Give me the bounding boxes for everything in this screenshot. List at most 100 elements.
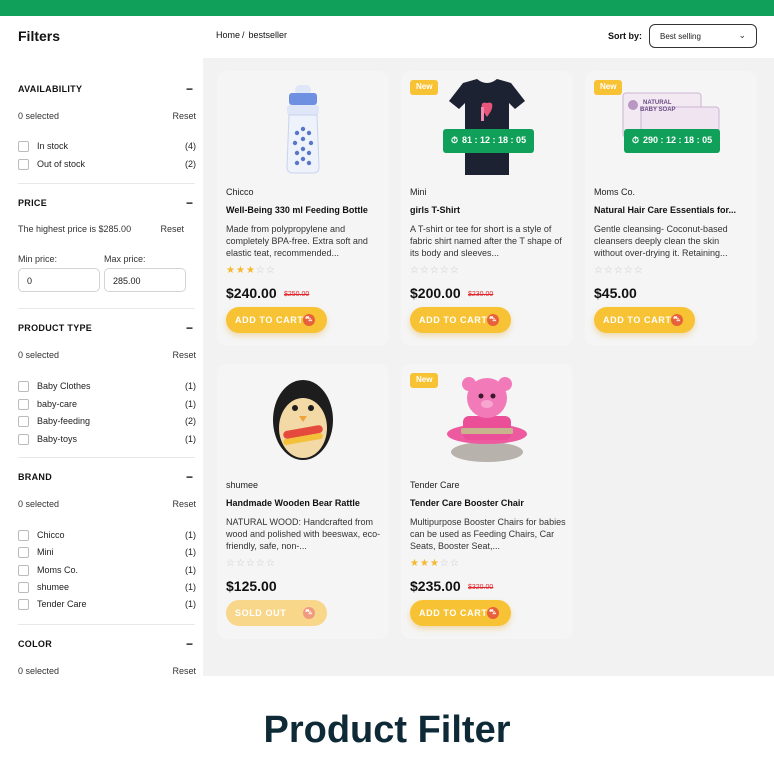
option-count: (1) <box>185 399 196 409</box>
color-reset-button[interactable]: Reset <box>172 666 196 676</box>
option-count: (2) <box>185 416 196 426</box>
price-collapse-icon[interactable]: − <box>186 196 193 210</box>
checkbox-icon[interactable] <box>18 399 29 410</box>
checkbox-icon[interactable] <box>18 141 29 152</box>
product-card[interactable]: Chicco Well-Being 330 ml Feeding Bottle … <box>217 71 389 346</box>
screenshot-frame: Filters AVAILABILITY − 0 selected Reset … <box>0 16 774 676</box>
checkbox-icon[interactable] <box>18 582 29 593</box>
add-to-cart-button[interactable]: ADD TO CART ⛍ <box>410 307 511 333</box>
checkbox-icon[interactable] <box>18 434 29 445</box>
caption-title: Product Filter <box>263 709 511 751</box>
min-price-label: Min price: <box>18 254 58 264</box>
filter-option-chicco[interactable]: Chicco (1) <box>18 529 196 543</box>
option-label: Baby-toys <box>37 434 78 444</box>
min-price-input[interactable]: 0 <box>18 268 100 292</box>
product-title[interactable]: Natural Hair Care Essentials for... <box>594 205 752 215</box>
sort-select[interactable]: Best selling ⌄ <box>649 24 757 48</box>
timer-value: 290 : 12 : 18 : 05 <box>643 135 713 145</box>
countdown-timer: ⏱ 81 : 12 : 18 : 05 <box>443 129 535 153</box>
checkbox-icon[interactable] <box>18 565 29 576</box>
sort-label: Sort by: <box>608 31 643 41</box>
option-label: In stock <box>37 141 69 151</box>
product-type-title: PRODUCT TYPE <box>18 323 93 333</box>
breadcrumb-home-link[interactable]: Home <box>216 30 240 40</box>
wooden-bear-rattle-image[interactable] <box>217 364 389 474</box>
button-label: ADD TO CART <box>235 315 304 325</box>
product-title[interactable]: girls T-Shirt <box>410 205 568 215</box>
product-description: Multipurpose Booster Chairs for babies c… <box>410 517 566 551</box>
rating-stars: ☆☆☆☆☆ <box>594 265 644 276</box>
soap-label-line1: NATURAL <box>643 100 672 106</box>
color-collapse-icon[interactable]: − <box>186 637 193 651</box>
filter-option-moms-co[interactable]: Moms Co. (1) <box>18 564 196 578</box>
product-card[interactable]: NATURAL BABY SOAP New ⏱ 290 : 12 : 18 : 0… <box>585 71 757 346</box>
availability-reset-button[interactable]: Reset <box>172 111 196 121</box>
section-divider <box>18 457 195 458</box>
sold-out-button[interactable]: SOLD OUT ⛍ <box>226 600 327 626</box>
product-title[interactable]: Tender Care Booster Chair <box>410 498 568 508</box>
availability-collapse-icon[interactable]: − <box>186 82 193 96</box>
product-description: Gentle cleansing- Coconut-based cleanser… <box>594 224 728 258</box>
button-label: SOLD OUT <box>235 608 287 618</box>
new-badge: New <box>410 373 439 388</box>
filter-option-tender-care[interactable]: Tender Care (1) <box>18 598 196 612</box>
feeding-bottle-image[interactable] <box>217 71 389 181</box>
add-to-cart-button[interactable]: ADD TO CART ⛍ <box>594 307 695 333</box>
filter-option-shumee[interactable]: shumee (1) <box>18 581 196 595</box>
button-label: ADD TO CART <box>419 315 488 325</box>
filter-option-out-of-stock[interactable]: Out of stock (2) <box>18 158 196 172</box>
timer-value: 81 : 12 : 18 : 05 <box>462 135 527 145</box>
product-type-reset-button[interactable]: Reset <box>172 350 196 360</box>
add-to-cart-button[interactable]: ADD TO CART ⛍ <box>410 600 511 626</box>
product-brand: shumee <box>226 480 259 490</box>
add-to-cart-button[interactable]: ADD TO CART ⛍ <box>226 307 327 333</box>
price-reset-button[interactable]: Reset <box>160 224 184 234</box>
price-title: PRICE <box>18 198 48 208</box>
product-brand: Moms Co. <box>594 187 636 197</box>
checkbox-icon[interactable] <box>18 599 29 610</box>
brand-selected-count: 0 selected <box>18 499 60 509</box>
option-count: (4) <box>185 141 196 151</box>
section-divider <box>18 183 195 184</box>
product-brand: Chicco <box>226 187 254 197</box>
filter-option-baby-clothes[interactable]: Baby Clothes (1) <box>18 380 196 394</box>
product-type-collapse-icon[interactable]: − <box>186 321 193 335</box>
product-title[interactable]: Handmade Wooden Bear Rattle <box>226 498 384 508</box>
max-price-input[interactable]: 285.00 <box>104 268 186 292</box>
filter-option-in-stock[interactable]: In stock (4) <box>18 140 196 154</box>
filter-option-baby-feeding[interactable]: Baby-feeding (2) <box>18 415 196 429</box>
section-divider <box>18 624 195 625</box>
cart-icon: ⛍ <box>671 314 683 326</box>
checkbox-icon[interactable] <box>18 530 29 541</box>
star-icon: ☆ <box>255 265 266 276</box>
option-count: (1) <box>185 565 196 575</box>
checkbox-icon[interactable] <box>18 159 29 170</box>
product-price: $200.00 <box>410 285 461 301</box>
stopwatch-icon: ⏱ <box>451 135 459 145</box>
product-card[interactable]: New ⏱ 81 : 12 : 18 : 05 Mini girls T-Shir… <box>401 71 573 346</box>
brand-collapse-icon[interactable]: − <box>186 470 193 484</box>
checkbox-icon[interactable] <box>18 381 29 392</box>
star-icon: ★ <box>429 558 440 569</box>
brand-reset-button[interactable]: Reset <box>172 499 196 509</box>
filter-option-baby-care[interactable]: baby-care (1) <box>18 398 196 412</box>
filter-option-mini[interactable]: Mini (1) <box>18 546 196 560</box>
star-icon: ☆ <box>245 558 256 569</box>
star-icon: ☆ <box>255 558 266 569</box>
cart-icon: ⛍ <box>487 607 499 619</box>
rating-stars: ☆☆☆☆☆ <box>410 265 460 276</box>
star-icon: ★ <box>419 558 430 569</box>
product-title[interactable]: Well-Being 330 ml Feeding Bottle <box>226 205 384 215</box>
checkbox-icon[interactable] <box>18 547 29 558</box>
sort-selected-value: Best selling <box>660 32 701 41</box>
option-label: baby-care <box>37 399 78 409</box>
option-label: shumee <box>37 582 70 592</box>
cart-icon: ⛍ <box>303 607 315 619</box>
filter-option-baby-toys[interactable]: Baby-toys (1) <box>18 433 196 447</box>
checkbox-icon[interactable] <box>18 416 29 427</box>
product-card[interactable]: shumee Handmade Wooden Bear Rattle NATUR… <box>217 364 389 639</box>
filters-title: Filters <box>18 28 61 44</box>
star-icon: ☆ <box>265 558 276 569</box>
product-card[interactable]: New Tender Care Tender Care Booster Chai… <box>401 364 573 639</box>
option-label: Baby Clothes <box>37 381 91 391</box>
